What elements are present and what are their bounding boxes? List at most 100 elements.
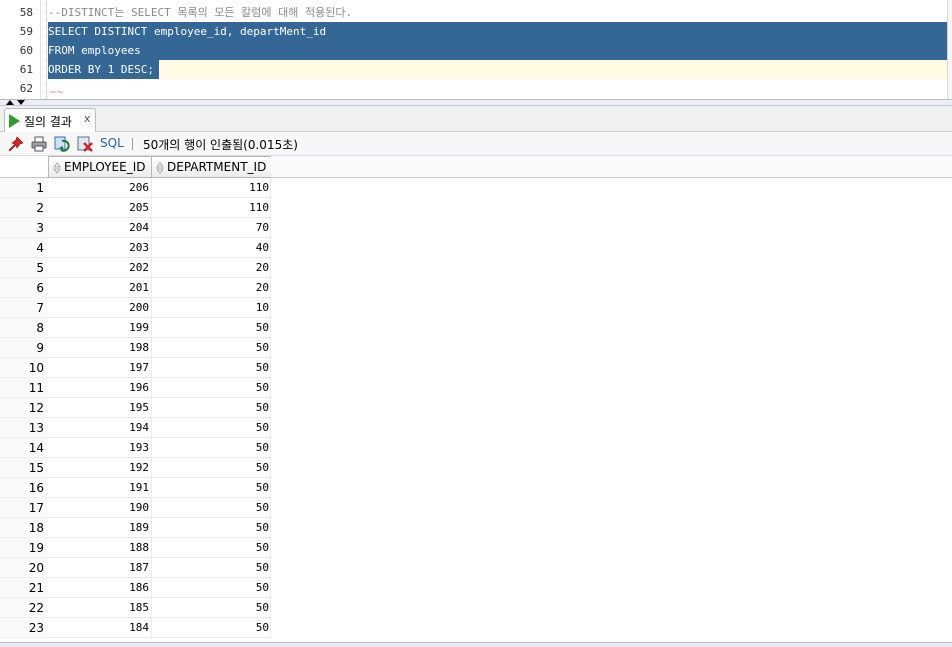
cell-employee-id[interactable]: 192	[48, 458, 152, 478]
code-line-order-by[interactable]: ORDER BY 1 DESC;	[48, 60, 154, 79]
cell-department-id[interactable]: 50	[152, 518, 271, 538]
sql-button[interactable]: SQL	[100, 136, 124, 150]
row-number[interactable]: 5	[0, 258, 48, 278]
row-number[interactable]: 9	[0, 338, 48, 358]
table-row[interactable]: 2 205 110	[0, 198, 272, 218]
cell-department-id[interactable]: 50	[152, 498, 271, 518]
sql-editor[interactable]: 58 59 60 61 62 --DISTINCT는 SELECT 목록의 모든…	[0, 0, 952, 99]
column-header-employee-id[interactable]: EMPLOYEE_ID	[48, 156, 152, 178]
cell-employee-id[interactable]: 206	[48, 178, 152, 198]
cell-department-id[interactable]: 50	[152, 378, 271, 398]
cell-department-id[interactable]: 50	[152, 538, 271, 558]
column-header-department-id[interactable]: DEPARTMENT_ID	[151, 156, 272, 178]
cell-employee-id[interactable]: 198	[48, 338, 152, 358]
code-line-from[interactable]: FROM employees	[48, 41, 141, 60]
cell-employee-id[interactable]: 188	[48, 538, 152, 558]
cell-employee-id[interactable]: 191	[48, 478, 152, 498]
table-row[interactable]: 22 185 50	[0, 598, 272, 618]
cell-department-id[interactable]: 50	[152, 318, 271, 338]
cell-employee-id[interactable]: 200	[48, 298, 152, 318]
cell-employee-id[interactable]: 196	[48, 378, 152, 398]
cell-department-id[interactable]: 50	[152, 478, 271, 498]
cell-department-id[interactable]: 10	[152, 298, 271, 318]
cell-employee-id[interactable]: 187	[48, 558, 152, 578]
table-row[interactable]: 7 200 10	[0, 298, 272, 318]
cell-employee-id[interactable]: 193	[48, 438, 152, 458]
print-icon[interactable]	[30, 135, 48, 153]
cell-department-id[interactable]: 20	[152, 258, 271, 278]
cell-employee-id[interactable]: 189	[48, 518, 152, 538]
cell-department-id[interactable]: 20	[152, 278, 271, 298]
row-number[interactable]: 6	[0, 278, 48, 298]
result-grid[interactable]: EMPLOYEE_ID DEPARTMENT_ID 1 206 110 2 205 110…	[0, 156, 952, 642]
cell-department-id[interactable]: 50	[152, 618, 271, 638]
cell-employee-id[interactable]: 185	[48, 598, 152, 618]
cell-department-id[interactable]: 50	[152, 598, 271, 618]
cell-employee-id[interactable]: 204	[48, 218, 152, 238]
cell-employee-id[interactable]: 197	[48, 358, 152, 378]
row-number[interactable]: 1	[0, 178, 48, 198]
row-number[interactable]: 4	[0, 238, 48, 258]
cell-employee-id[interactable]: 195	[48, 398, 152, 418]
table-row[interactable]: 12 195 50	[0, 398, 272, 418]
table-row[interactable]: 15 192 50	[0, 458, 272, 478]
refresh-icon[interactable]	[53, 135, 71, 153]
cell-department-id[interactable]: 70	[152, 218, 271, 238]
cell-employee-id[interactable]: 184	[48, 618, 152, 638]
row-number[interactable]: 13	[0, 418, 48, 438]
code-line-select[interactable]: SELECT DISTINCT employee_id, departMent_…	[48, 22, 326, 41]
cell-department-id[interactable]: 110	[152, 178, 271, 198]
cell-department-id[interactable]: 50	[152, 398, 271, 418]
table-row[interactable]: 21 186 50	[0, 578, 272, 598]
pane-splitter[interactable]	[0, 99, 952, 106]
row-number[interactable]: 3	[0, 218, 48, 238]
cell-employee-id[interactable]: 186	[48, 578, 152, 598]
row-number[interactable]: 23	[0, 618, 48, 638]
row-number[interactable]: 21	[0, 578, 48, 598]
table-row[interactable]: 17 190 50	[0, 498, 272, 518]
row-number[interactable]: 14	[0, 438, 48, 458]
row-number[interactable]: 19	[0, 538, 48, 558]
table-row[interactable]: 20 187 50	[0, 558, 272, 578]
row-number[interactable]: 12	[0, 398, 48, 418]
row-number[interactable]: 11	[0, 378, 48, 398]
cell-employee-id[interactable]: 201	[48, 278, 152, 298]
table-row[interactable]: 14 193 50	[0, 438, 272, 458]
row-number[interactable]: 22	[0, 598, 48, 618]
cell-employee-id[interactable]: 194	[48, 418, 152, 438]
table-row[interactable]: 19 188 50	[0, 538, 272, 558]
table-row[interactable]: 23 184 50	[0, 618, 272, 638]
cell-employee-id[interactable]: 202	[48, 258, 152, 278]
cell-department-id[interactable]: 40	[152, 238, 271, 258]
editor-scrollbar[interactable]	[947, 0, 952, 99]
row-number[interactable]: 10	[0, 358, 48, 378]
row-number[interactable]: 8	[0, 318, 48, 338]
row-number[interactable]: 2	[0, 198, 48, 218]
row-number[interactable]: 15	[0, 458, 48, 478]
row-number[interactable]: 16	[0, 478, 48, 498]
table-row[interactable]: 10 197 50	[0, 358, 272, 378]
row-number[interactable]: 18	[0, 518, 48, 538]
cell-department-id[interactable]: 50	[152, 338, 271, 358]
cell-department-id[interactable]: 50	[152, 438, 271, 458]
code-line-comment[interactable]: --DISTINCT는 SELECT 목록의 모든 칼럼에 대해 적용된다.	[48, 3, 352, 22]
row-number[interactable]: 7	[0, 298, 48, 318]
table-row[interactable]: 3 204 70	[0, 218, 272, 238]
table-row[interactable]: 16 191 50	[0, 478, 272, 498]
tab-close-button[interactable]: x	[84, 112, 91, 125]
cell-department-id[interactable]: 50	[152, 558, 271, 578]
cell-department-id[interactable]: 50	[152, 578, 271, 598]
cell-employee-id[interactable]: 203	[48, 238, 152, 258]
table-row[interactable]: 4 203 40	[0, 238, 272, 258]
table-row[interactable]: 11 196 50	[0, 378, 272, 398]
table-row[interactable]: 13 194 50	[0, 418, 272, 438]
cell-employee-id[interactable]: 199	[48, 318, 152, 338]
row-number[interactable]: 17	[0, 498, 48, 518]
row-number[interactable]: 20	[0, 558, 48, 578]
table-row[interactable]: 5 202 20	[0, 258, 272, 278]
cell-department-id[interactable]: 50	[152, 458, 271, 478]
cell-employee-id[interactable]: 205	[48, 198, 152, 218]
tab-query-result[interactable]: 질의 결과 x	[4, 108, 96, 132]
table-row[interactable]: 9 198 50	[0, 338, 272, 358]
cell-department-id[interactable]: 50	[152, 358, 271, 378]
